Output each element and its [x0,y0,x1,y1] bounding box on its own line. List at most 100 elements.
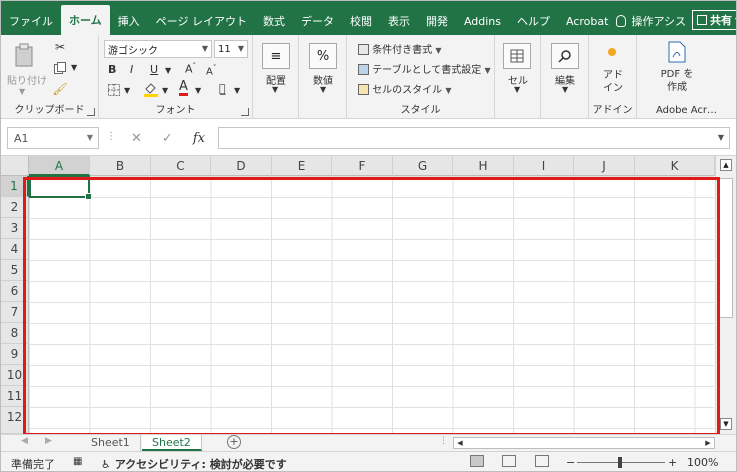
alignment-icon[interactable]: ≡ [262,43,290,69]
tell-me-search[interactable]: 操作アシス [616,7,692,35]
row-header-1[interactable]: 1 [1,176,29,197]
sheet-tab-sheet2[interactable]: Sheet2 [142,435,202,451]
phonetic-icon[interactable]: ア̲ [219,82,226,95]
row-header-3[interactable]: 3 [1,218,29,239]
font-color-icon[interactable]: A [179,80,188,96]
column-header-e[interactable]: E [272,156,332,176]
font-color-dropdown-icon[interactable]: ▼ [195,86,201,95]
select-all-button[interactable] [1,156,29,176]
cells-icon[interactable] [503,43,531,69]
column-header-c[interactable]: C [151,156,211,176]
cancel-icon[interactable]: ✕ [131,131,142,146]
page-layout-view-icon[interactable] [502,455,516,467]
copy-dropdown-icon[interactable]: ▼ [71,63,77,72]
cell-area[interactable] [29,176,714,434]
column-header-h[interactable]: H [453,156,514,176]
paste-dropdown-icon[interactable]: ▼ [19,87,25,96]
add-sheet-icon[interactable]: + [227,435,241,449]
cut-icon[interactable]: ✂ [53,40,67,54]
tab-file[interactable]: ファイル [1,7,61,35]
vertical-scrollbar[interactable]: ▲ ▼ [715,156,736,434]
format-as-table-button[interactable]: テーブルとして書式設定 ▼ [358,61,491,76]
tab-help[interactable]: ヘルプ [509,7,558,35]
cells-dropdown-icon[interactable]: ▼ [514,85,520,94]
scroll-right-icon[interactable]: ▶ [703,438,713,448]
pdf-icon[interactable] [667,41,687,63]
column-header-i[interactable]: I [514,156,574,176]
zoom-in-icon[interactable]: + [668,456,677,469]
tab-review[interactable]: 校閲 [342,7,380,35]
editing-dropdown-icon[interactable]: ▼ [562,85,568,94]
column-header-g[interactable]: G [393,156,453,176]
tab-view[interactable]: 表示 [380,7,418,35]
column-header-j[interactable]: J [574,156,635,176]
editing-search-icon[interactable] [551,43,579,69]
row-header-5[interactable]: 5 [1,260,29,281]
clipboard-launcher-icon[interactable] [87,108,95,116]
paste-icon[interactable] [13,43,35,67]
formula-input[interactable]: ▼ [218,127,730,149]
column-header-k[interactable]: K [635,156,715,176]
phonetic-dropdown-icon[interactable]: ▼ [234,86,240,95]
fill-color-dropdown-icon[interactable]: ▼ [162,86,168,95]
copy-icon[interactable] [53,61,67,75]
row-header-8[interactable]: 8 [1,323,29,344]
horizontal-scrollbar[interactable]: ◀ ▶ [453,437,715,449]
tab-developer[interactable]: 開発 [418,7,456,35]
vertical-scroll-thumb[interactable] [719,178,733,318]
number-dropdown-icon[interactable]: ▼ [320,85,326,94]
tab-home[interactable]: ホーム [61,5,110,35]
conditional-format-button[interactable]: 条件付き書式 ▼ [358,41,442,56]
scroll-up-icon[interactable]: ▲ [720,159,732,171]
sheet-prev-icon[interactable]: ◀ [21,436,28,446]
alignment-dropdown-icon[interactable]: ▼ [272,85,278,94]
zoom-out-icon[interactable]: − [566,456,575,469]
cell-styles-button[interactable]: セルのスタイル ▼ [358,81,452,96]
normal-view-icon[interactable] [470,455,484,467]
font-launcher-icon[interactable] [241,108,249,116]
font-size-dropdown-icon[interactable]: ▼ [238,44,244,53]
row-header-6[interactable]: 6 [1,281,29,302]
number-format-icon[interactable]: % [309,43,337,69]
tab-addins[interactable]: Addins [456,7,509,35]
enter-icon[interactable]: ✓ [162,131,173,146]
underline-button[interactable]: U [150,63,158,76]
tab-splitter-icon[interactable]: ⋮ [439,436,448,446]
fx-icon[interactable]: fx [193,131,205,146]
tab-insert[interactable]: 挿入 [110,7,148,35]
column-header-f[interactable]: F [332,156,393,176]
decrease-font-icon[interactable]: A˅ [206,64,216,77]
column-header-d[interactable]: D [211,156,272,176]
row-header-2[interactable]: 2 [1,197,29,218]
addins-icon[interactable] [606,46,618,58]
tab-acrobat[interactable]: Acrobat [558,7,616,35]
zoom-level[interactable]: 100% [687,456,718,469]
borders-dropdown-icon[interactable]: ▼ [124,86,130,95]
scroll-down-icon[interactable]: ▼ [720,418,732,430]
macro-record-icon[interactable]: ▦ [73,456,82,467]
tab-data[interactable]: データ [293,7,342,35]
name-box[interactable]: A1 ▼ [7,127,99,149]
sheet-next-icon[interactable]: ▶ [45,436,52,446]
format-painter-icon[interactable]: 🖌 [52,82,67,96]
accessibility-checker[interactable]: ♿ アクセシビリティ: 検討が必要です [101,456,287,471]
tab-formulas[interactable]: 数式 [255,7,293,35]
column-header-a[interactable]: A [29,156,90,176]
share-button[interactable]: 共有 ▼ [692,10,736,30]
paste-label[interactable]: 貼り付け [7,72,47,87]
row-header-11[interactable]: 11 [1,386,29,407]
bold-button[interactable]: B [108,63,116,76]
formula-bar-splitter-icon[interactable]: ⋮ [106,131,116,142]
zoom-slider-knob[interactable] [618,457,622,468]
scroll-left-icon[interactable]: ◀ [455,438,465,448]
column-header-b[interactable]: B [90,156,151,176]
font-name-dropdown-icon[interactable]: ▼ [202,44,208,53]
row-header-7[interactable]: 7 [1,302,29,323]
sheet-tab-sheet1[interactable]: Sheet1 [81,435,141,451]
page-break-view-icon[interactable] [535,455,549,467]
tab-page-layout[interactable]: ページ レイアウト [148,7,255,35]
row-header-12[interactable]: 12 [1,407,29,434]
italic-button[interactable]: I [130,63,133,76]
font-name-combo[interactable]: 游ゴシック ▼ [104,40,212,58]
increase-font-icon[interactable]: A˄ [185,62,196,76]
